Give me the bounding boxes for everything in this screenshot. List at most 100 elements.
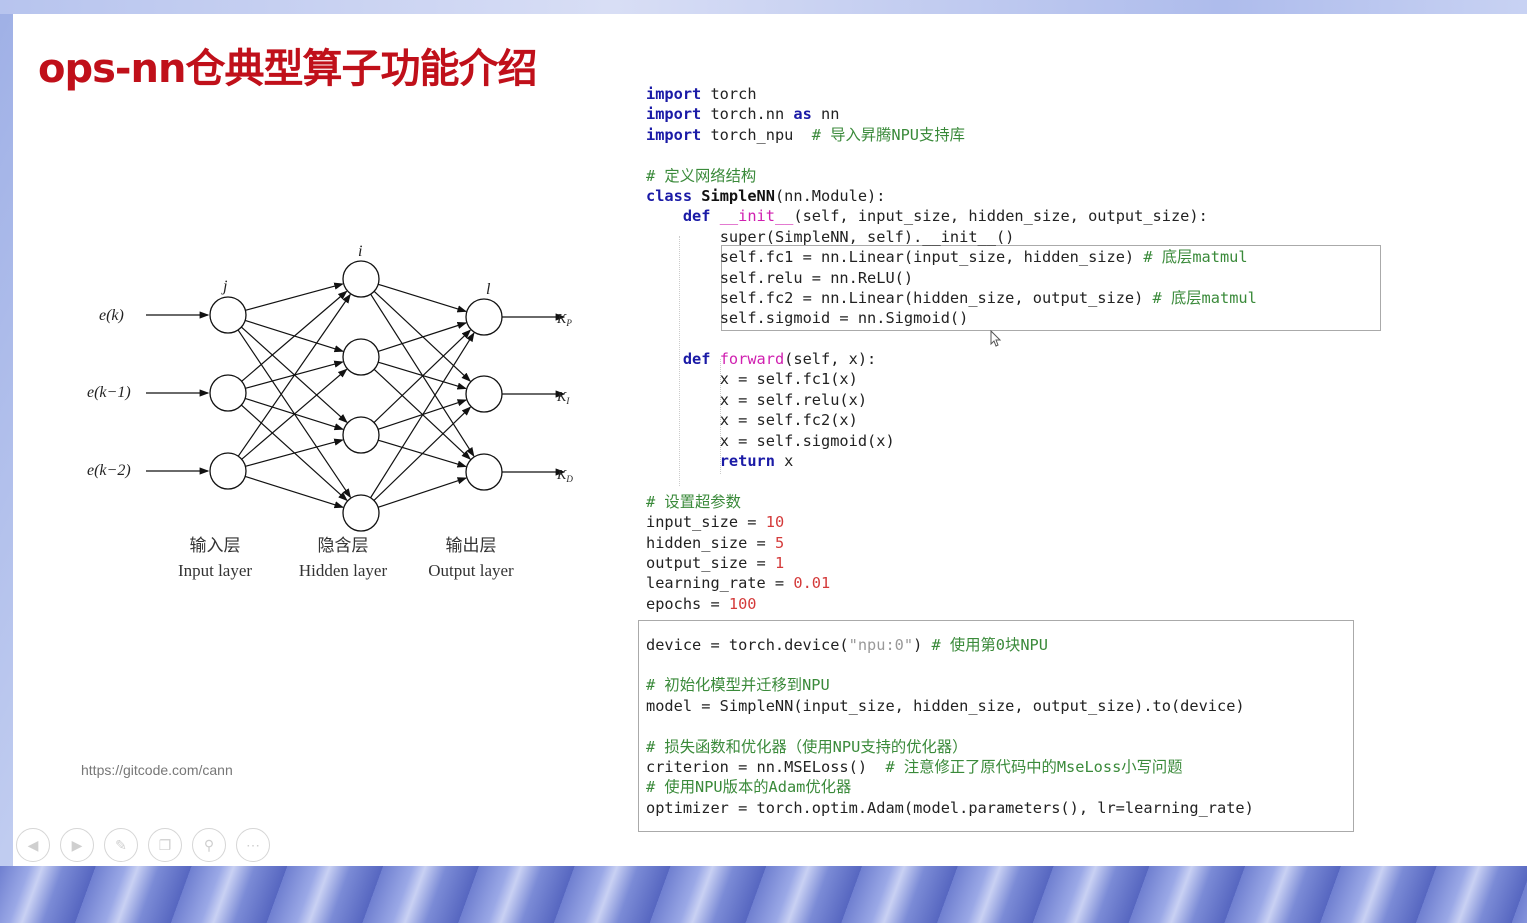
- code-line: optimizer = torch.optim.Adam(model.param…: [646, 798, 1257, 818]
- code-text: hidden_size =: [646, 533, 775, 552]
- index-label-output: l: [486, 281, 491, 298]
- keyword: import: [646, 125, 702, 144]
- code-comment: # 设置超参数: [646, 492, 741, 511]
- hidden-node: [342, 260, 380, 298]
- presentation-toolbar: ◀ ▶ ✎ ❐ ⚲ ⋯: [16, 828, 270, 862]
- connection-edge: [373, 329, 472, 423]
- code-comment: # 使用NPU版本的Adam优化器: [646, 778, 852, 797]
- code-text: x = self.relu(x): [719, 390, 868, 409]
- keyword: return: [719, 452, 775, 471]
- code-text: epochs =: [646, 594, 729, 613]
- next-icon[interactable]: ▶: [60, 828, 94, 862]
- code-text: self.sigmoid = nn.Sigmoid(): [719, 309, 969, 328]
- code-line: return x: [646, 451, 1257, 471]
- code-line: output_size = 1: [646, 553, 1257, 573]
- code-line: # 损失函数和优化器（使用NPU支持的优化器）: [646, 737, 1257, 757]
- connection-edge: [241, 368, 348, 460]
- connection-edge: [237, 293, 351, 457]
- code-string: "npu:0": [848, 635, 914, 654]
- index-label-input: j: [221, 278, 228, 295]
- function-name: forward: [710, 350, 785, 369]
- hidden-node: [342, 338, 380, 376]
- input-label-0: e(k): [99, 307, 124, 324]
- pen-icon[interactable]: ✎: [104, 828, 138, 862]
- code-line: x = self.sigmoid(x): [646, 431, 1257, 451]
- code-text: self.fc1 = nn.Linear(input_size, hidden_…: [719, 248, 1144, 267]
- code-line: x = self.fc1(x): [646, 369, 1257, 389]
- slide: ops-nn仓典型算子功能介绍 e(k) e(k−1) e(k−2) j i l…: [13, 14, 1527, 866]
- code-line: model = SimpleNN(input_size, hidden_size…: [646, 696, 1257, 716]
- code-text: model = SimpleNN(input_size, hidden_size…: [646, 696, 1245, 715]
- code-text: learning_rate =: [646, 574, 794, 593]
- layer-cn-hidden: 隐含层: [318, 536, 369, 556]
- code-comment: # 导入昇腾NPU支持库: [811, 125, 965, 144]
- connection-edge: [241, 290, 348, 382]
- more-icon[interactable]: ⋯: [236, 828, 270, 862]
- code-text: torch: [701, 85, 757, 103]
- connection-edge: [373, 406, 472, 501]
- code-block: import torch import torch.nn as nn import …: [646, 84, 1257, 818]
- code-number: 1: [774, 553, 785, 572]
- class-name: SimpleNN: [692, 186, 775, 205]
- source-url: https://gitcode.com/cann: [81, 762, 233, 778]
- slides-icon[interactable]: ❐: [148, 828, 182, 862]
- code-line: self.relu = nn.ReLU(): [646, 268, 1257, 288]
- code-comment: # 使用第0块NPU: [931, 635, 1048, 654]
- connection-edge: [377, 477, 468, 508]
- input-label-2: e(k−2): [87, 462, 131, 479]
- layer-cn-input: 输入层: [190, 536, 241, 556]
- neural-network-diagram: e(k) e(k−1) e(k−2) j i l KP KI KD 输入层 In…: [87, 243, 573, 580]
- hidden-node: [342, 494, 380, 532]
- code-text: device = torch.device(: [646, 635, 849, 654]
- code-text: x: [774, 452, 794, 471]
- keyword: import: [646, 85, 702, 103]
- code-line: self.sigmoid = nn.Sigmoid(): [646, 308, 1257, 328]
- code-line: input_size = 10: [646, 512, 1257, 532]
- code-line: self.fc1 = nn.Linear(input_size, hidden_…: [646, 247, 1257, 267]
- code-text: (self, input_size, hidden_size, output_s…: [793, 207, 1208, 226]
- code-text: torch.nn: [701, 105, 794, 124]
- code-line: super(SimpleNN, self).__init__(): [646, 227, 1257, 247]
- code-text: x = self.fc2(x): [719, 411, 858, 430]
- output-label-0: KP: [556, 312, 572, 328]
- input-node: [209, 374, 247, 412]
- connection-edge: [244, 475, 345, 509]
- zoom-icon[interactable]: ⚲: [192, 828, 226, 862]
- code-text: self.fc2 = nn.Linear(hidden_size, output…: [719, 288, 1153, 307]
- code-comment: # 注意修正了原代码中的MseLoss小写问题: [885, 757, 1183, 776]
- prev-icon[interactable]: ◀: [16, 828, 50, 862]
- code-line: def __init__(self, input_size, hidden_si…: [646, 206, 1257, 226]
- input-node: [209, 296, 247, 334]
- code-comment: # 初始化模型并迁移到NPU: [646, 676, 830, 695]
- code-line: epochs = 100: [646, 594, 1257, 614]
- code-comment: # 底层matmul: [1143, 248, 1248, 267]
- code-text: torch_npu: [701, 125, 812, 144]
- output-label-1: KI: [556, 390, 570, 406]
- connection-edge: [373, 290, 471, 382]
- code-line: # 使用NPU版本的Adam优化器: [646, 777, 1257, 797]
- code-line: class SimpleNN(nn.Module):: [646, 186, 1257, 206]
- code-line: import torch: [646, 84, 1257, 104]
- input-node: [209, 452, 247, 490]
- code-line: hidden_size = 5: [646, 533, 1257, 553]
- hidden-node: [342, 416, 380, 454]
- code-line: def forward(self, x):: [646, 349, 1257, 369]
- code-line: # 设置超参数: [646, 492, 1257, 512]
- output-label-2: KD: [556, 468, 573, 484]
- keyword: def: [682, 350, 711, 369]
- code-line: criterion = nn.MSELoss() # 注意修正了原代码中的Mse…: [646, 757, 1257, 777]
- code-text: x = self.sigmoid(x): [719, 431, 895, 450]
- output-node: [465, 375, 503, 413]
- code-line: learning_rate = 0.01: [646, 573, 1257, 593]
- code-comment: # 底层matmul: [1152, 288, 1257, 307]
- code-text: super(SimpleNN, self).__init__(): [719, 227, 1015, 246]
- code-line: x = self.fc2(x): [646, 410, 1257, 430]
- code-number: 10: [765, 513, 785, 532]
- code-line: device = torch.device("npu:0") # 使用第0块NP…: [646, 635, 1257, 655]
- code-text: output_size =: [646, 553, 775, 572]
